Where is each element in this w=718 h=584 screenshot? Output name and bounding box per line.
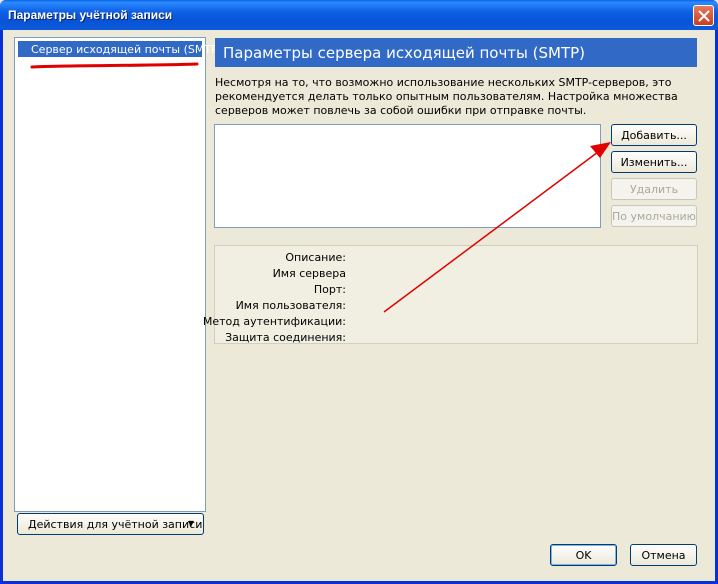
title-bar[interactable]: Параметры учётной записи bbox=[0, 0, 718, 30]
red-underline-annotation bbox=[30, 62, 199, 69]
detail-server-name-label: Имя сервера bbox=[272, 267, 346, 280]
sidebar-item-smtp[interactable]: Сервер исходящей почты (SMTP) bbox=[18, 41, 222, 57]
page-title: Параметры сервера исходящей почты (SMTP) bbox=[215, 38, 697, 67]
account-tree[interactable]: Сервер исходящей почты (SMTP) bbox=[14, 37, 222, 512]
detail-port-label: Порт: bbox=[313, 283, 346, 296]
detail-username-label: Имя пользователя: bbox=[235, 299, 346, 312]
window-title: Параметры учётной записи bbox=[8, 8, 173, 22]
ok-button[interactable]: OK bbox=[550, 544, 617, 566]
account-actions-button[interactable]: Действия для учётной записи ▼ bbox=[17, 513, 204, 535]
detail-auth-method-label: Метод аутентификации: bbox=[202, 315, 346, 328]
account-actions-label: Действия для учётной записи bbox=[28, 518, 203, 531]
dropdown-arrow-icon: ▼ bbox=[187, 519, 194, 528]
smtp-server-list[interactable] bbox=[214, 124, 601, 228]
close-button[interactable] bbox=[693, 5, 714, 26]
set-default-button[interactable]: По умолчанию bbox=[611, 205, 697, 227]
detail-description-label: Описание: bbox=[285, 251, 346, 264]
delete-server-button[interactable]: Удалить bbox=[611, 178, 697, 200]
smtp-description: Несмотря на то, что возможно использован… bbox=[215, 76, 678, 117]
close-icon bbox=[698, 10, 710, 22]
edit-server-button[interactable]: Изменить... bbox=[611, 151, 697, 173]
cancel-button[interactable]: Отмена bbox=[630, 544, 697, 566]
server-details-panel: Описание: Имя сервера Порт: Имя пользова… bbox=[203, 245, 698, 344]
detail-security-label: Защита соединения: bbox=[225, 331, 346, 344]
add-server-button[interactable]: Добавить... bbox=[611, 124, 697, 146]
